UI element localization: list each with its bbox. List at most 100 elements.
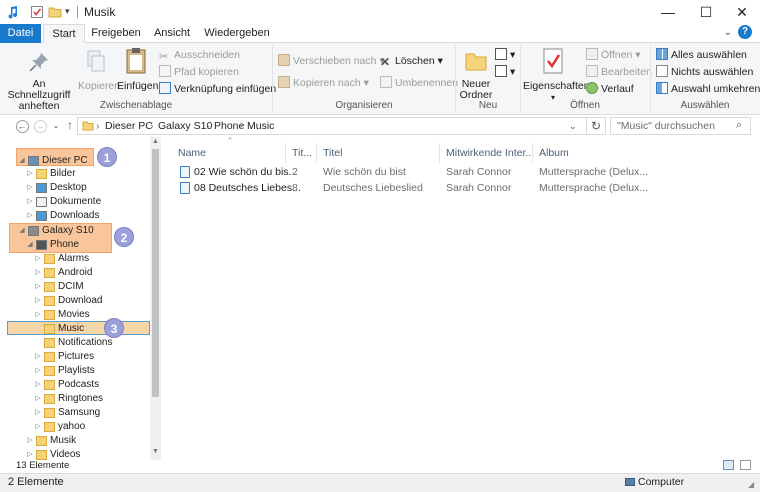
properties-button[interactable]: Eigenschaften ▾ xyxy=(523,47,590,103)
paste-shortcut-button[interactable]: Verknüpfung einfügen xyxy=(159,81,276,97)
up-button[interactable]: ↑ xyxy=(62,118,78,134)
sidebar-item-galaxy-s10[interactable]: ◢ Galaxy S10 xyxy=(0,224,148,238)
sidebar-item-ringtones[interactable]: ▷ Ringtones xyxy=(0,392,148,406)
refresh-icon[interactable]: ↻ xyxy=(586,118,601,134)
quick-access-dropdown-icon[interactable]: ▾ xyxy=(65,6,70,17)
large-icons-view-icon[interactable] xyxy=(740,460,751,470)
collapsed-arrow-icon[interactable]: ▷ xyxy=(34,350,42,364)
cut-button[interactable]: ✂ Ausschneiden xyxy=(159,47,240,63)
forward-button[interactable]: → xyxy=(32,118,48,134)
collapsed-arrow-icon[interactable]: ▷ xyxy=(34,252,42,266)
sidebar-item-videos[interactable]: ▷ Videos xyxy=(0,448,148,460)
collapsed-arrow-icon[interactable]: ▷ xyxy=(34,294,42,308)
sidebar-item-dieser-pc[interactable]: ◢ Dieser PC xyxy=(0,154,148,168)
collapsed-arrow-icon[interactable]: ▷ xyxy=(34,406,42,420)
open-button[interactable]: Öffnen ▾ xyxy=(586,47,641,63)
column-separator[interactable] xyxy=(285,143,286,163)
invert-selection-button[interactable]: Auswahl umkehren xyxy=(656,81,760,97)
help-icon[interactable]: ? xyxy=(738,25,752,39)
scroll-up-icon[interactable]: ▲ xyxy=(152,138,159,145)
new-item-button[interactable]: ▾ xyxy=(495,47,515,63)
collapsed-arrow-icon[interactable]: ▷ xyxy=(34,392,42,406)
sidebar-item-alarms[interactable]: ▷ Alarms xyxy=(0,252,148,266)
search-icon[interactable]: ⌕ xyxy=(736,119,742,132)
column-header-album[interactable]: Album xyxy=(539,142,569,164)
delete-button[interactable]: ✕ Löschen ▾ xyxy=(380,53,443,69)
select-none-button[interactable]: Nichts auswählen xyxy=(656,64,753,80)
collapsed-arrow-icon[interactable]: ▷ xyxy=(34,266,42,280)
tab-wiedergeben[interactable]: Wiedergeben xyxy=(201,24,273,43)
sidebar-item-phone[interactable]: ◢ Phone xyxy=(0,238,148,252)
collapsed-arrow-icon[interactable]: ▷ xyxy=(26,181,34,195)
tab-start[interactable]: Start xyxy=(43,24,85,44)
expanded-arrow-icon[interactable]: ◢ xyxy=(18,154,26,168)
sidebar-item-downloads[interactable]: ▷ Downloads xyxy=(0,209,148,223)
close-button[interactable]: ✕ xyxy=(724,0,760,24)
copy-to-button[interactable]: Kopieren nach ▾ xyxy=(278,75,369,91)
properties-check-icon[interactable] xyxy=(30,5,44,19)
search-input[interactable]: "Music" durchsuchen xyxy=(610,117,751,135)
collapsed-arrow-icon[interactable]: ▷ xyxy=(34,420,42,434)
collapsed-arrow-icon[interactable]: ▷ xyxy=(26,209,34,223)
breadcrumb-dieser-pc[interactable]: Dieser PC xyxy=(105,118,153,134)
address-dropdown-icon[interactable]: ⌄ xyxy=(569,118,577,134)
collapsed-arrow-icon[interactable]: ▷ xyxy=(26,167,34,181)
sidebar-item-movies[interactable]: ▷ Movies xyxy=(0,308,148,322)
column-separator[interactable] xyxy=(532,143,533,163)
sidebar-item-android[interactable]: ▷ Android xyxy=(0,266,148,280)
copy-path-button[interactable]: Pfad kopieren xyxy=(159,64,239,80)
sidebar-item-dcim[interactable]: ▷ DCIM xyxy=(0,280,148,294)
collapsed-arrow-icon[interactable]: ▷ xyxy=(34,364,42,378)
sidebar-item-yahoo[interactable]: ▷ yahoo xyxy=(0,420,148,434)
new-folder-quick-icon[interactable] xyxy=(48,5,62,19)
sidebar-item-musik[interactable]: ▷ Musik xyxy=(0,434,148,448)
expanded-arrow-icon[interactable]: ◢ xyxy=(26,238,34,252)
collapsed-arrow-icon[interactable]: ▷ xyxy=(34,378,42,392)
minimize-button[interactable]: — xyxy=(650,0,686,24)
copy-button[interactable]: Kopieren xyxy=(78,49,120,92)
column-separator[interactable] xyxy=(439,143,440,163)
move-to-button[interactable]: Verschieben nach ▾ xyxy=(278,53,385,69)
column-header-track[interactable]: Tit... xyxy=(292,142,312,164)
resize-grip-icon[interactable]: ◢ xyxy=(748,480,754,489)
sidebar-item-desktop[interactable]: ▷ Desktop xyxy=(0,181,148,195)
sidebar-item-samsung[interactable]: ▷ Samsung xyxy=(0,406,148,420)
scroll-down-icon[interactable]: ▼ xyxy=(152,448,159,455)
column-header-name[interactable]: Name xyxy=(178,142,206,164)
sidebar-item-pictures[interactable]: ▷ Pictures xyxy=(0,350,148,364)
collapsed-arrow-icon[interactable]: ▷ xyxy=(34,280,42,294)
back-button[interactable]: ← xyxy=(14,118,30,134)
rename-button[interactable]: Umbenennen xyxy=(380,75,458,91)
new-folder-button[interactable]: Neuer Ordner xyxy=(458,49,494,101)
sidebar-item-podcasts[interactable]: ▷ Podcasts xyxy=(0,378,148,392)
column-header-title[interactable]: Titel xyxy=(323,142,342,164)
column-separator[interactable] xyxy=(316,143,317,163)
expanded-arrow-icon[interactable]: ◢ xyxy=(18,224,26,238)
sidebar-item-dokumente[interactable]: ▷ Dokumente xyxy=(0,195,148,209)
tab-datei[interactable]: Datei xyxy=(0,24,41,43)
tab-ansicht[interactable]: Ansicht xyxy=(149,24,195,43)
sidebar-item-download[interactable]: ▷ Download xyxy=(0,294,148,308)
maximize-button[interactable]: ☐ xyxy=(688,0,724,24)
collapsed-arrow-icon[interactable]: ▷ xyxy=(34,308,42,322)
column-header-artist[interactable]: Mitwirkende Inter... xyxy=(446,142,534,164)
collapsed-arrow-icon[interactable]: ▷ xyxy=(26,195,34,209)
paste-button[interactable]: Einfügen xyxy=(117,47,158,92)
sidebar-item-playlists[interactable]: ▷ Playlists xyxy=(0,364,148,378)
tab-freigeben[interactable]: Freigeben xyxy=(88,24,144,43)
nav-scrollbar-thumb[interactable] xyxy=(152,149,159,397)
edit-button[interactable]: Bearbeiten xyxy=(586,64,652,80)
collapsed-arrow-icon[interactable]: ▷ xyxy=(26,434,34,448)
sidebar-item-notifications[interactable]: Notifications xyxy=(0,336,148,350)
easy-access-button[interactable]: ▾ xyxy=(495,64,515,80)
details-view-icon[interactable] xyxy=(723,460,734,470)
breadcrumb-music[interactable]: Music xyxy=(247,118,274,134)
breadcrumb-galaxy[interactable]: Galaxy S10 xyxy=(158,118,212,134)
history-button[interactable]: Verlauf xyxy=(586,81,634,97)
collapsed-arrow-icon[interactable]: ▷ xyxy=(26,448,34,460)
select-all-button[interactable]: Alles auswählen xyxy=(656,47,747,63)
address-bar[interactable]: › Dieser PC › Galaxy S10 › Phone › Music… xyxy=(77,117,606,135)
ribbon-collapse-icon[interactable]: ⌄ xyxy=(724,27,732,38)
sidebar-item-bilder[interactable]: ▷ Bilder xyxy=(0,167,148,181)
sidebar-item-music[interactable]: Music xyxy=(0,322,148,336)
